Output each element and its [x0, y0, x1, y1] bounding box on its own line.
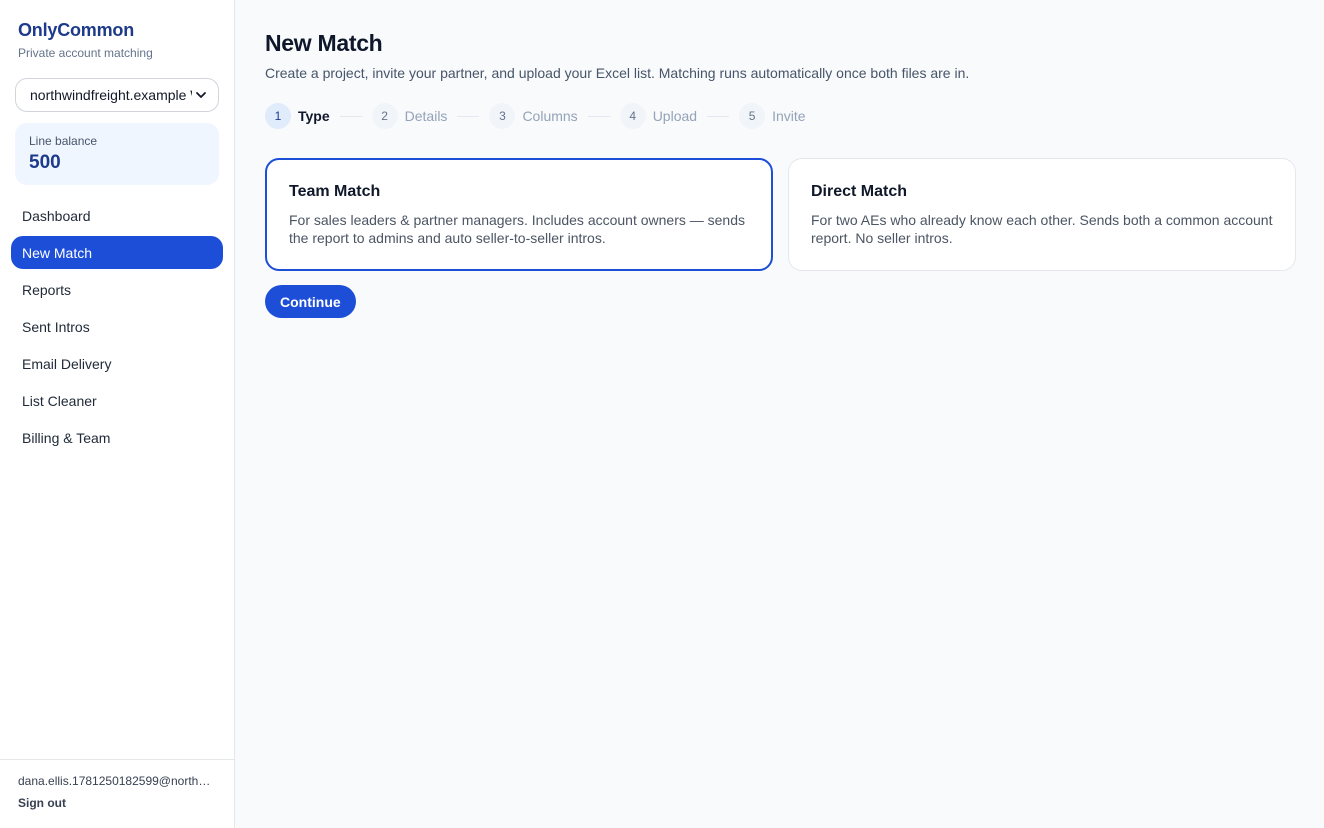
step-number: 4	[619, 103, 646, 129]
wizard-stepper: 1 Type 2 Details 3 Columns 4 Upload 5 In…	[265, 103, 1296, 129]
line-balance-value: 500	[29, 152, 61, 173]
sidebar-footer: dana.ellis.1781250182599@northwindfreigh…	[0, 759, 234, 828]
page-subtitle: Create a project, invite your partner, a…	[265, 65, 970, 81]
step-number: 2	[371, 103, 398, 129]
match-type-options: Team Match For sales leaders & partner m…	[265, 158, 1296, 271]
step-separator	[587, 115, 610, 117]
sidebar-item-new-match[interactable]: New Match	[11, 236, 223, 269]
user-email: dana.ellis.1781250182599@northwindfreigh…	[18, 774, 214, 788]
step-label: Columns	[522, 108, 578, 124]
sidebar: OnlyCommon Private account matching nort…	[0, 0, 235, 828]
direct-match-option-card[interactable]: Direct Match For two AEs who already kno…	[788, 158, 1296, 271]
sidebar-nav: Dashboard New Match Reports Sent Intros …	[0, 199, 234, 458]
line-balance-label: Line balance	[29, 134, 98, 148]
main-content: New Match Create a project, invite your …	[235, 0, 1324, 828]
step-type: 1 Type	[265, 103, 330, 129]
workspace-select[interactable]: northwindfreight.example Workspace	[15, 78, 219, 112]
card-title: Team Match	[289, 183, 381, 200]
sidebar-item-reports[interactable]: Reports	[11, 273, 223, 306]
step-upload: 4 Upload	[619, 103, 698, 129]
card-description: For two AEs who already know each other.…	[811, 212, 1273, 246]
step-number: 5	[739, 103, 766, 129]
step-separator	[339, 115, 362, 117]
brand: OnlyCommon Private account matching	[0, 0, 234, 60]
workspace-select-value: northwindfreight.example Workspace	[30, 87, 192, 103]
step-label: Invite	[772, 108, 806, 124]
app-root: OnlyCommon Private account matching nort…	[0, 0, 1324, 828]
card-title: Direct Match	[811, 183, 908, 200]
step-separator	[457, 115, 480, 117]
brand-logo[interactable]: OnlyCommon	[18, 20, 216, 41]
line-balance-card: Line balance 500	[15, 123, 219, 185]
step-invite: 5 Invite	[739, 103, 806, 129]
step-label: Type	[298, 108, 330, 124]
step-label: Upload	[652, 108, 698, 124]
page-title: New Match	[265, 30, 383, 56]
sign-out-link[interactable]: Sign out	[18, 796, 216, 810]
sidebar-item-sent-intros[interactable]: Sent Intros	[11, 310, 223, 343]
step-separator	[707, 115, 730, 117]
brand-tagline: Private account matching	[18, 46, 153, 60]
sidebar-item-dashboard[interactable]: Dashboard	[11, 199, 223, 232]
chevron-down-icon	[196, 92, 206, 98]
card-description: For sales leaders & partner managers. In…	[289, 212, 746, 246]
team-match-option-card[interactable]: Team Match For sales leaders & partner m…	[265, 158, 773, 271]
step-columns: 3 Columns	[489, 103, 578, 129]
step-number: 3	[489, 103, 516, 129]
sidebar-item-list-cleaner[interactable]: List Cleaner	[11, 384, 223, 417]
sidebar-item-email-delivery[interactable]: Email Delivery	[11, 347, 223, 380]
sidebar-item-billing-team[interactable]: Billing & Team	[11, 421, 223, 454]
step-label: Details	[404, 108, 448, 124]
step-details: 2 Details	[371, 103, 448, 129]
step-number: 1	[265, 103, 291, 129]
continue-button[interactable]: Continue	[265, 285, 356, 318]
